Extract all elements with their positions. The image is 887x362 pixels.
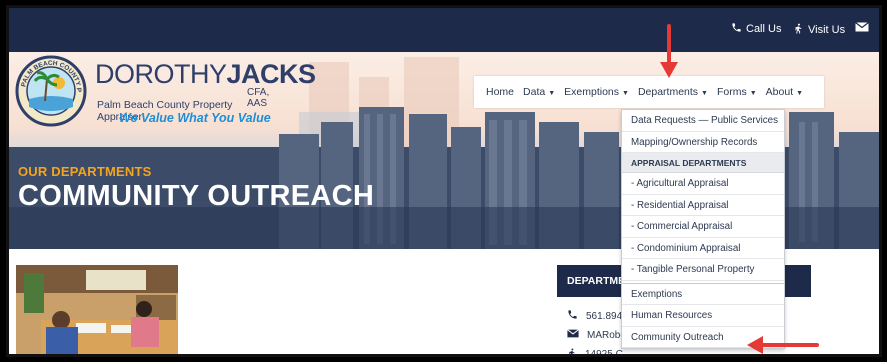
nav-exemptions[interactable]: Exemptions ▼ (564, 86, 629, 98)
nav-about[interactable]: About ▼ (766, 86, 803, 98)
browser-frame: Call Us Visit Us PALM BEACH COUNTY P DOR… (6, 5, 882, 357)
top-utility-bar: Call Us Visit Us (9, 8, 879, 52)
site-logo[interactable]: PALM BEACH COUNTY PROPERTY APPRAISER DOR… (15, 55, 316, 129)
caret-down-icon: ▼ (749, 90, 757, 97)
menu-item-data-requests[interactable]: Data Requests — Public Services (622, 110, 784, 132)
menu-group-header: APPRAISAL DEPARTMENTS (622, 153, 784, 173)
phone-text: 561.894 (586, 310, 623, 322)
menu-item-residential[interactable]: - Residential Appraisal (622, 195, 784, 216)
hero-eyebrow: OUR DEPARTMENTS (18, 164, 152, 179)
nav-home[interactable]: Home (486, 86, 514, 98)
caret-down-icon: ▼ (701, 90, 708, 97)
menu-item-exemptions[interactable]: Exemptions (622, 284, 784, 305)
call-us-link[interactable]: Call Us (731, 22, 781, 36)
phone-row[interactable]: 561.894 (567, 309, 622, 323)
caret-down-icon: ▼ (796, 90, 804, 97)
envelope-icon (855, 22, 869, 35)
menu-item-human-resources[interactable]: Human Resources (622, 305, 784, 327)
walking-person-icon (567, 347, 577, 354)
phone-icon (567, 309, 578, 323)
page-title: COMMUNITY OUTREACH (18, 180, 375, 212)
main-nav: Home Data ▼ Exemptions ▼ Departments ▼ Form… (474, 76, 824, 108)
brand-name: DOROTHYJACKS (95, 59, 316, 89)
menu-item-agricultural[interactable]: - Agricultural Appraisal (622, 173, 784, 195)
visit-us-label: Visit Us (808, 24, 846, 36)
visit-us-link[interactable]: Visit Us (793, 22, 845, 38)
nav-forms[interactable]: Forms ▼ (717, 86, 757, 98)
envelope-icon (567, 329, 579, 341)
phone-icon (731, 22, 742, 36)
menu-item-condominium[interactable]: - Condominium Appraisal (622, 238, 784, 259)
annotation-arrow-down-icon (660, 24, 678, 78)
menu-item-mapping-ownership[interactable]: Mapping/Ownership Records (622, 132, 784, 153)
address-row[interactable]: 14925 C (567, 347, 623, 357)
outreach-photo (16, 265, 178, 354)
caret-down-icon: ▼ (622, 90, 629, 97)
county-seal-icon: PALM BEACH COUNTY PROPERTY APPRAISER (15, 55, 87, 127)
nav-departments[interactable]: Departments ▼ (638, 86, 708, 98)
email-row[interactable]: MARobe (567, 329, 626, 341)
departments-dropdown: Data Requests — Public Services Mapping/… (621, 109, 785, 349)
address-text: 14925 C (585, 349, 623, 357)
menu-item-tangible-property[interactable]: - Tangible Personal Property (622, 259, 784, 281)
brand-tagline: We Value What You Value (119, 111, 271, 125)
email-link[interactable] (855, 22, 869, 35)
annotation-arrow-left-icon (747, 336, 819, 354)
nav-data[interactable]: Data ▼ (523, 86, 555, 98)
walking-person-icon (793, 22, 804, 38)
call-us-label: Call Us (746, 23, 782, 35)
caret-down-icon: ▼ (548, 90, 556, 97)
menu-item-commercial[interactable]: - Commercial Appraisal (622, 216, 784, 238)
